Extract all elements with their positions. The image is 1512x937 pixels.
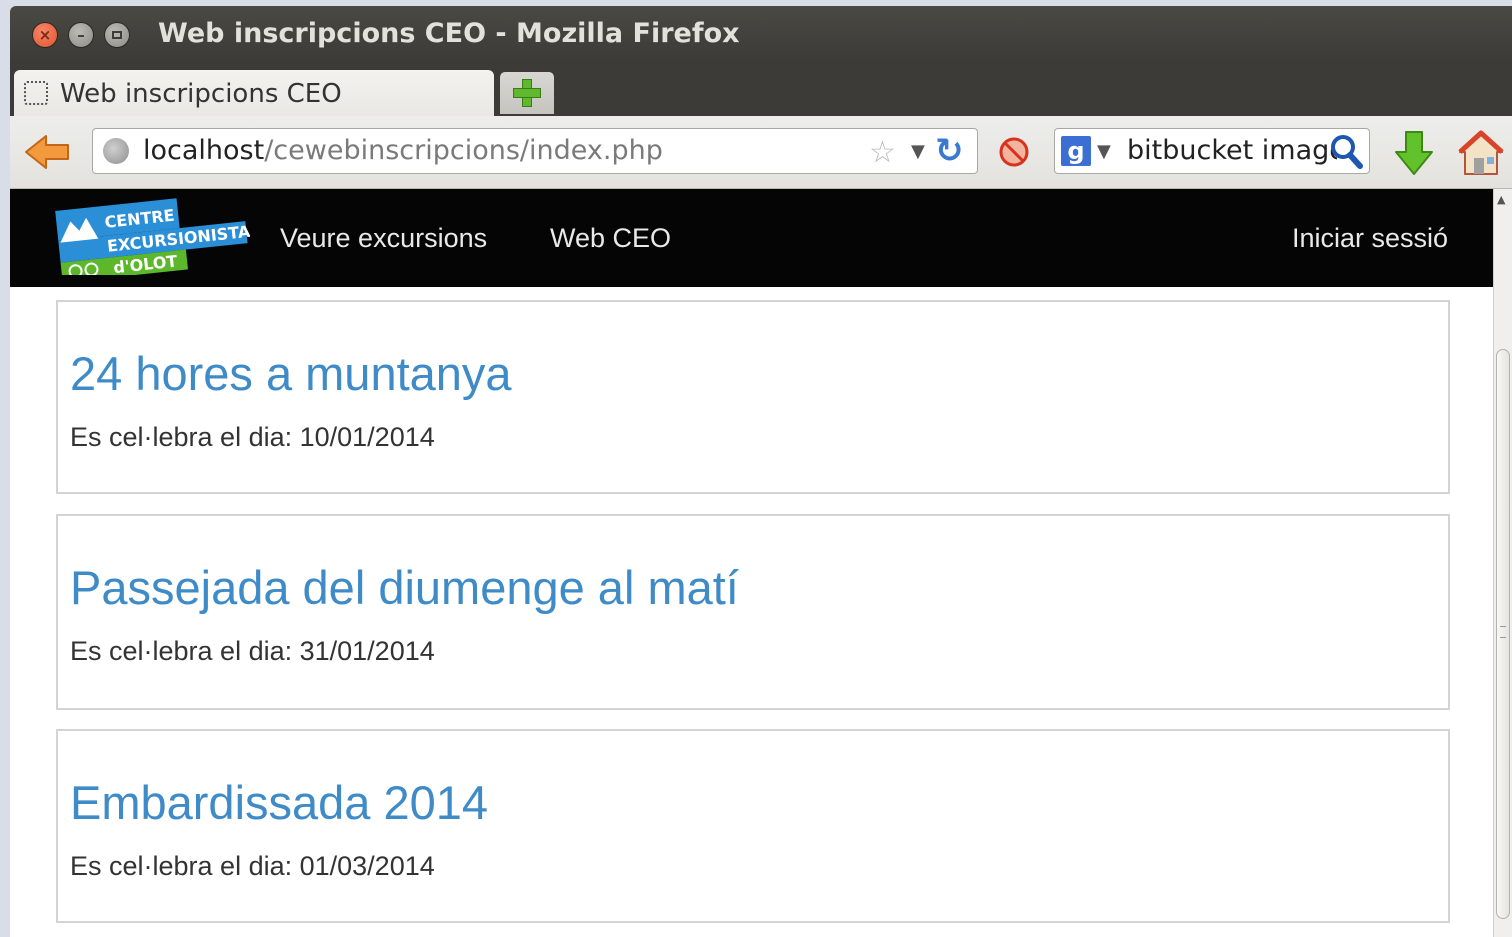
excursion-title-link[interactable]: Passejada del diumenge al matí xyxy=(70,560,739,615)
excursion-title-link[interactable]: Embardissada 2014 xyxy=(70,775,488,830)
nav-web-ceo[interactable]: Web CEO xyxy=(550,223,671,254)
maximize-icon xyxy=(112,31,122,39)
page-icon xyxy=(24,81,48,105)
download-icon[interactable] xyxy=(1394,130,1434,176)
excursion-title-link[interactable]: 24 hores a muntanya xyxy=(70,346,512,401)
nav-iniciar-sessio[interactable]: Iniciar sessió xyxy=(1292,223,1448,254)
window-title: Web inscripcions CEO - Mozilla Firefox xyxy=(158,18,740,49)
excursion-date: Es cel·lebra el dia: 10/01/2014 xyxy=(70,422,435,452)
back-arrow-icon[interactable] xyxy=(24,132,72,172)
url-text[interactable]: localhost/cewebinscripcions/index.php xyxy=(143,135,663,166)
maximize-window-button[interactable] xyxy=(104,22,130,48)
minimize-window-button[interactable]: – xyxy=(68,22,94,48)
new-tab-button[interactable] xyxy=(500,72,554,114)
search-engine-dropdown-icon[interactable]: ▼ xyxy=(1097,141,1111,162)
minimize-icon: – xyxy=(77,25,85,44)
noscript-icon[interactable] xyxy=(998,136,1030,168)
google-icon[interactable]: g xyxy=(1061,136,1091,166)
home-icon[interactable] xyxy=(1458,130,1504,176)
title-bar: × – Web inscripcions CEO - Mozilla Firef… xyxy=(10,6,1512,64)
close-window-button[interactable]: × xyxy=(32,22,58,48)
excursion-card: Passejada del diumenge al matí Es cel·le… xyxy=(56,514,1450,710)
history-dropdown-icon[interactable]: ▼ xyxy=(911,141,925,162)
site-navbar: CENTRE EXCURSIONISTA d'OLOT Veure excurs… xyxy=(10,189,1493,287)
page-content: CENTRE EXCURSIONISTA d'OLOT Veure excurs… xyxy=(10,189,1493,937)
search-input[interactable]: bitbucket image xyxy=(1127,135,1337,166)
tab-label: Web inscripcions CEO xyxy=(60,79,342,109)
scroll-grip-icon xyxy=(1500,626,1506,638)
plus-icon xyxy=(513,79,541,107)
excursion-card: 24 hores a muntanya Es cel·lebra el dia:… xyxy=(56,300,1450,494)
url-bar[interactable]: localhost/cewebinscripcions/index.php ☆ … xyxy=(92,128,978,174)
close-icon: × xyxy=(38,25,52,44)
excursion-card: Embardissada 2014 Es cel·lebra el dia: 0… xyxy=(56,729,1450,923)
nav-veure-excursions[interactable]: Veure excursions xyxy=(280,223,487,254)
url-host: localhost xyxy=(143,135,265,166)
bookmark-star-icon[interactable]: ☆ xyxy=(869,135,896,170)
navigation-toolbar: localhost/cewebinscripcions/index.php ☆ … xyxy=(10,116,1512,189)
tab-bar: Web inscripcions CEO xyxy=(10,64,1512,116)
scrollbar-thumb[interactable] xyxy=(1496,349,1510,919)
excursion-date: Es cel·lebra el dia: 01/03/2014 xyxy=(70,851,435,881)
scroll-up-arrow-icon[interactable]: ▲ xyxy=(1497,193,1505,206)
ceo-logo[interactable]: CENTRE EXCURSIONISTA d'OLOT xyxy=(54,191,250,275)
reload-icon[interactable]: ↻ xyxy=(935,131,964,171)
firefox-window: × – Web inscripcions CEO - Mozilla Firef… xyxy=(10,6,1512,937)
search-icon[interactable] xyxy=(1329,133,1363,169)
vertical-scrollbar[interactable]: ▲ xyxy=(1493,189,1512,937)
globe-icon xyxy=(103,138,129,164)
search-bar[interactable]: g ▼ bitbucket image xyxy=(1054,128,1370,174)
tab-web-inscripcions[interactable]: Web inscripcions CEO xyxy=(14,70,494,116)
url-path: /cewebinscripcions/index.php xyxy=(264,135,663,166)
excursion-date: Es cel·lebra el dia: 31/01/2014 xyxy=(70,636,435,666)
